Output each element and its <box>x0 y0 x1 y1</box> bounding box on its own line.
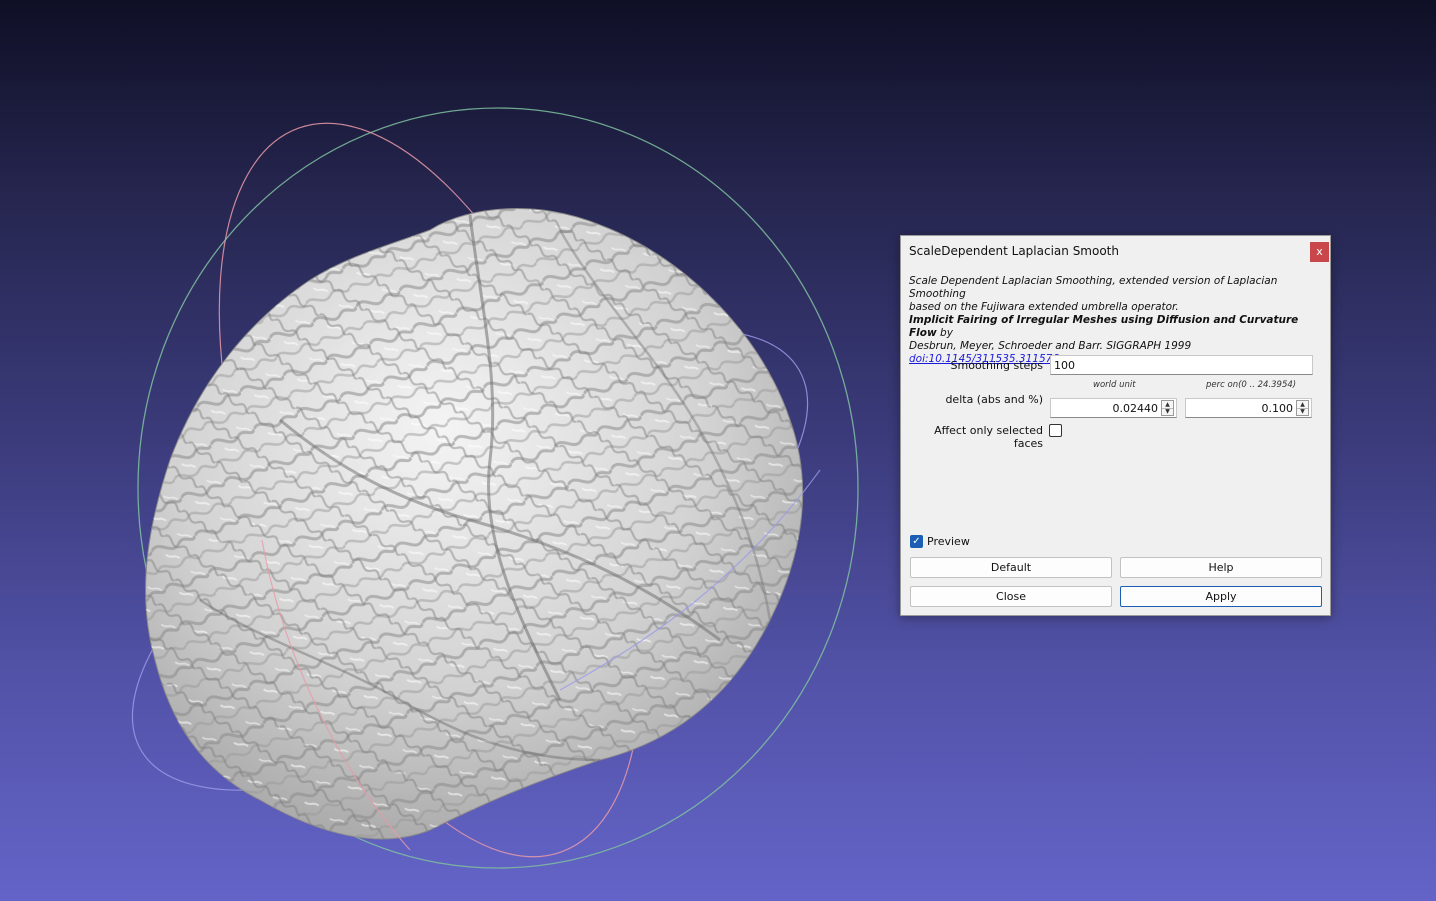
delta-abs-spin-buttons[interactable]: ▲ ▼ <box>1161 400 1174 416</box>
delta-abs-value: 0.02440 <box>1112 402 1159 415</box>
filter-dialog: ScaleDependent Laplacian Smooth x Scale … <box>900 235 1331 616</box>
filter-description: Scale Dependent Laplacian Smoothing, ext… <box>909 275 1327 366</box>
spin-down-icon[interactable]: ▼ <box>1162 408 1173 415</box>
delta-abs-spinbox[interactable]: 0.02440 ▲ ▼ <box>1050 398 1177 418</box>
delta-perc-spinbox[interactable]: 0.100 ▲ ▼ <box>1185 398 1312 418</box>
description-line1: Scale Dependent Laplacian Smoothing, ext… <box>909 275 1278 300</box>
smoothing-steps-label: Smoothing steps <box>950 359 1043 372</box>
world-unit-label: world unit <box>1093 380 1136 390</box>
dialog-title: ScaleDependent Laplacian Smooth <box>909 244 1119 258</box>
default-button[interactable]: Default <box>910 557 1112 578</box>
brain-mesh[interactable] <box>145 208 804 840</box>
smoothing-steps-input[interactable]: 100 <box>1050 355 1313 375</box>
paper-by: by <box>936 327 953 339</box>
smoothing-steps-value: 100 <box>1054 359 1075 372</box>
apply-button[interactable]: Apply <box>1120 586 1322 607</box>
description-line2: based on the Fujiwara extended umbrella … <box>909 301 1179 313</box>
close-icon[interactable]: x <box>1310 242 1329 262</box>
close-button[interactable]: Close <box>910 586 1112 607</box>
dialog-titlebar[interactable]: ScaleDependent Laplacian Smooth x <box>901 236 1330 266</box>
delta-label: delta (abs and %) <box>945 393 1043 406</box>
help-button[interactable]: Help <box>1120 557 1322 578</box>
spin-down-icon[interactable]: ▼ <box>1297 408 1308 415</box>
perc-range-label: perc on(0 .. 24.3954) <box>1206 380 1297 390</box>
delta-perc-spin-buttons[interactable]: ▲ ▼ <box>1296 400 1309 416</box>
delta-perc-value: 0.100 <box>1261 402 1294 415</box>
affect-selected-checkbox[interactable] <box>1049 424 1062 437</box>
paper-authors: Desbrun, Meyer, Schroeder and Barr. SIGG… <box>909 340 1192 352</box>
affect-selected-label: Affect only selected faces <box>934 424 1043 450</box>
paper-title: Implicit Fairing of Irregular Meshes usi… <box>909 314 1299 339</box>
preview-label: Preview <box>927 535 970 548</box>
preview-checkbox[interactable]: ✓ <box>910 535 923 548</box>
